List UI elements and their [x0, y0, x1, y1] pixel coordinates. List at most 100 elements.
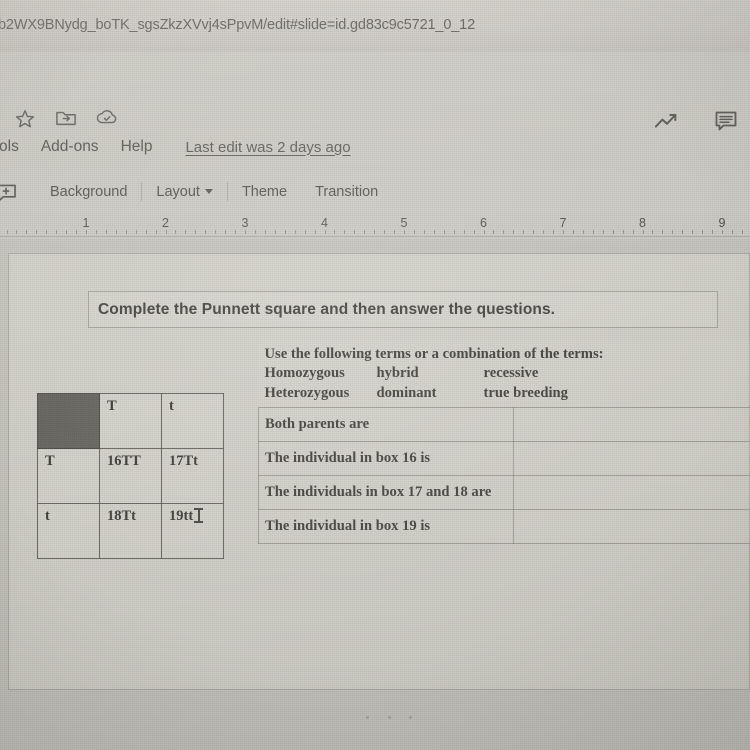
ruler-tick [175, 230, 176, 234]
star-icon[interactable] [14, 108, 36, 130]
browser-url-bar[interactable]: b2WX9BNydg_boTK_sgsZkzXVvj4sPpvM/edit#sl… [0, 0, 750, 52]
ruler-tick [633, 230, 634, 234]
ruler-tick [96, 230, 97, 234]
punnett-col-header-1[interactable]: T [99, 393, 162, 449]
background-button[interactable]: Background [36, 184, 141, 200]
ruler-number: 5 [400, 216, 408, 230]
punnett-row-header-1[interactable]: T [37, 448, 100, 504]
ruler-tick [613, 230, 614, 234]
ruler-tick [56, 230, 57, 234]
ruler-tick [126, 230, 127, 234]
terms-col-3: recessive true breeding [484, 364, 568, 403]
ruler-tick [245, 230, 246, 234]
punnett-cell-19-text: 19tt [169, 508, 194, 524]
ruler-tick [195, 230, 196, 234]
ruler-tick [643, 230, 644, 234]
question-answer-3[interactable] [512, 474, 750, 510]
question-prompt-3[interactable]: The individuals in box 17 and 18 are [258, 474, 514, 510]
menu-item-tools[interactable]: ols [0, 138, 30, 156]
horizontal-ruler[interactable]: 1 2 3 4 5 6 7 8 9 [0, 213, 750, 239]
ruler-tick [583, 230, 584, 234]
header-icon-group [14, 108, 118, 130]
new-slide-icon[interactable] [0, 184, 17, 203]
menu-bar: ols Add-ons Help Last edit was 2 days ag… [0, 138, 351, 156]
punnett-square-table[interactable]: T t T 16TT 17Tt t 18Tt 19tt [37, 393, 224, 559]
url-text[interactable]: b2WX9BNydg_boTK_sgsZkzXVvj4sPpvM/edit#sl… [0, 17, 475, 33]
move-to-folder-icon[interactable] [55, 108, 77, 130]
ruler-tick [623, 230, 624, 234]
activity-trending-icon[interactable] [654, 111, 680, 136]
ruler-tick [265, 230, 266, 234]
question-prompt-1[interactable]: Both parents are [258, 406, 514, 442]
ruler-tick [503, 230, 504, 234]
layout-button-label: Layout [156, 183, 200, 200]
ruler-tick [166, 230, 167, 234]
punnett-cell-16[interactable]: 16TT [99, 448, 162, 504]
ruler-tick [573, 230, 574, 234]
header-right-icon-group [654, 110, 738, 137]
theme-button[interactable]: Theme [228, 184, 301, 200]
comment-icon[interactable] [714, 110, 738, 137]
ruler-tick [593, 230, 594, 234]
ruler-tick [414, 230, 415, 234]
menu-item-help[interactable]: Help [110, 138, 164, 156]
ruler-tick [493, 230, 494, 234]
ruler-tick [36, 230, 37, 234]
ruler-tick [434, 230, 435, 234]
menu-item-add-ons[interactable]: Add-ons [30, 138, 110, 156]
ruler-number: 8 [639, 216, 646, 230]
term-homozygous: Homozygous [264, 365, 345, 382]
last-edit-status[interactable]: Last edit was 2 days ago [185, 139, 350, 156]
ruler-number: 2 [162, 216, 169, 230]
table-row: T 16TT 17Tt [37, 448, 224, 504]
punnett-cell-18[interactable]: 18Tt [99, 503, 162, 559]
toolbar-button-group: Background Layout Theme Transition [36, 182, 392, 201]
ruler-tick [394, 230, 395, 234]
ruler-tick [384, 230, 385, 234]
terms-header-cell[interactable]: Use the following terms or a combination… [258, 341, 750, 408]
ruler-tick [672, 230, 673, 234]
punnett-col-header-2[interactable]: t [161, 393, 224, 449]
punnett-cell-17[interactable]: 17Tt [161, 448, 224, 504]
terms-col-2: hybrid dominant [377, 364, 484, 403]
ruler-tick [712, 230, 713, 234]
punnett-corner-cell[interactable] [37, 393, 100, 449]
page-title: Complete the Punnett square and then ans… [98, 300, 556, 318]
cloud-saved-icon[interactable] [96, 108, 118, 130]
question-answer-2[interactable] [512, 440, 750, 476]
ruler-tick [533, 230, 534, 234]
term-hybrid: hybrid [376, 365, 419, 382]
ruler-tick [523, 230, 524, 234]
question-answer-1[interactable] [512, 406, 750, 442]
transition-button[interactable]: Transition [301, 184, 392, 200]
ruler-number: 7 [559, 216, 567, 230]
question-prompt-2[interactable]: The individual in box 16 is [258, 440, 514, 476]
ruler-tick [652, 230, 653, 234]
ruler-number: 4 [321, 216, 328, 230]
slide-title-textbox[interactable]: Complete the Punnett square and then ans… [88, 291, 718, 328]
ruler-tick [563, 230, 564, 234]
ruler-tick [305, 230, 306, 234]
ruler-tick [474, 230, 475, 234]
ruler-tick [424, 230, 425, 234]
ruler-tick [285, 230, 286, 234]
question-prompt-4[interactable]: The individual in box 19 is [258, 508, 514, 544]
ruler-tick [205, 230, 206, 234]
ruler-tick [185, 230, 186, 234]
ruler-tick [603, 230, 604, 234]
punnett-row-header-2[interactable]: t [37, 503, 100, 559]
terms-columns: Homozygous Heterozygous hybrid dominant … [265, 364, 750, 403]
questions-table[interactable]: Use the following terms or a combination… [258, 341, 750, 544]
question-answer-4[interactable] [512, 508, 750, 544]
ruler-tick [702, 230, 703, 234]
ruler-tick [16, 230, 17, 234]
ruler-tick [225, 230, 226, 234]
ruler-tick [722, 230, 723, 234]
ruler-tick [156, 230, 157, 234]
layout-button[interactable]: Layout [142, 184, 227, 200]
ruler-tick [26, 230, 27, 234]
term-recessive: recessive [483, 365, 539, 382]
punnett-cell-19[interactable]: 19tt [161, 503, 224, 559]
ruler-tick [146, 230, 147, 234]
ruler-baseline [0, 236, 750, 237]
